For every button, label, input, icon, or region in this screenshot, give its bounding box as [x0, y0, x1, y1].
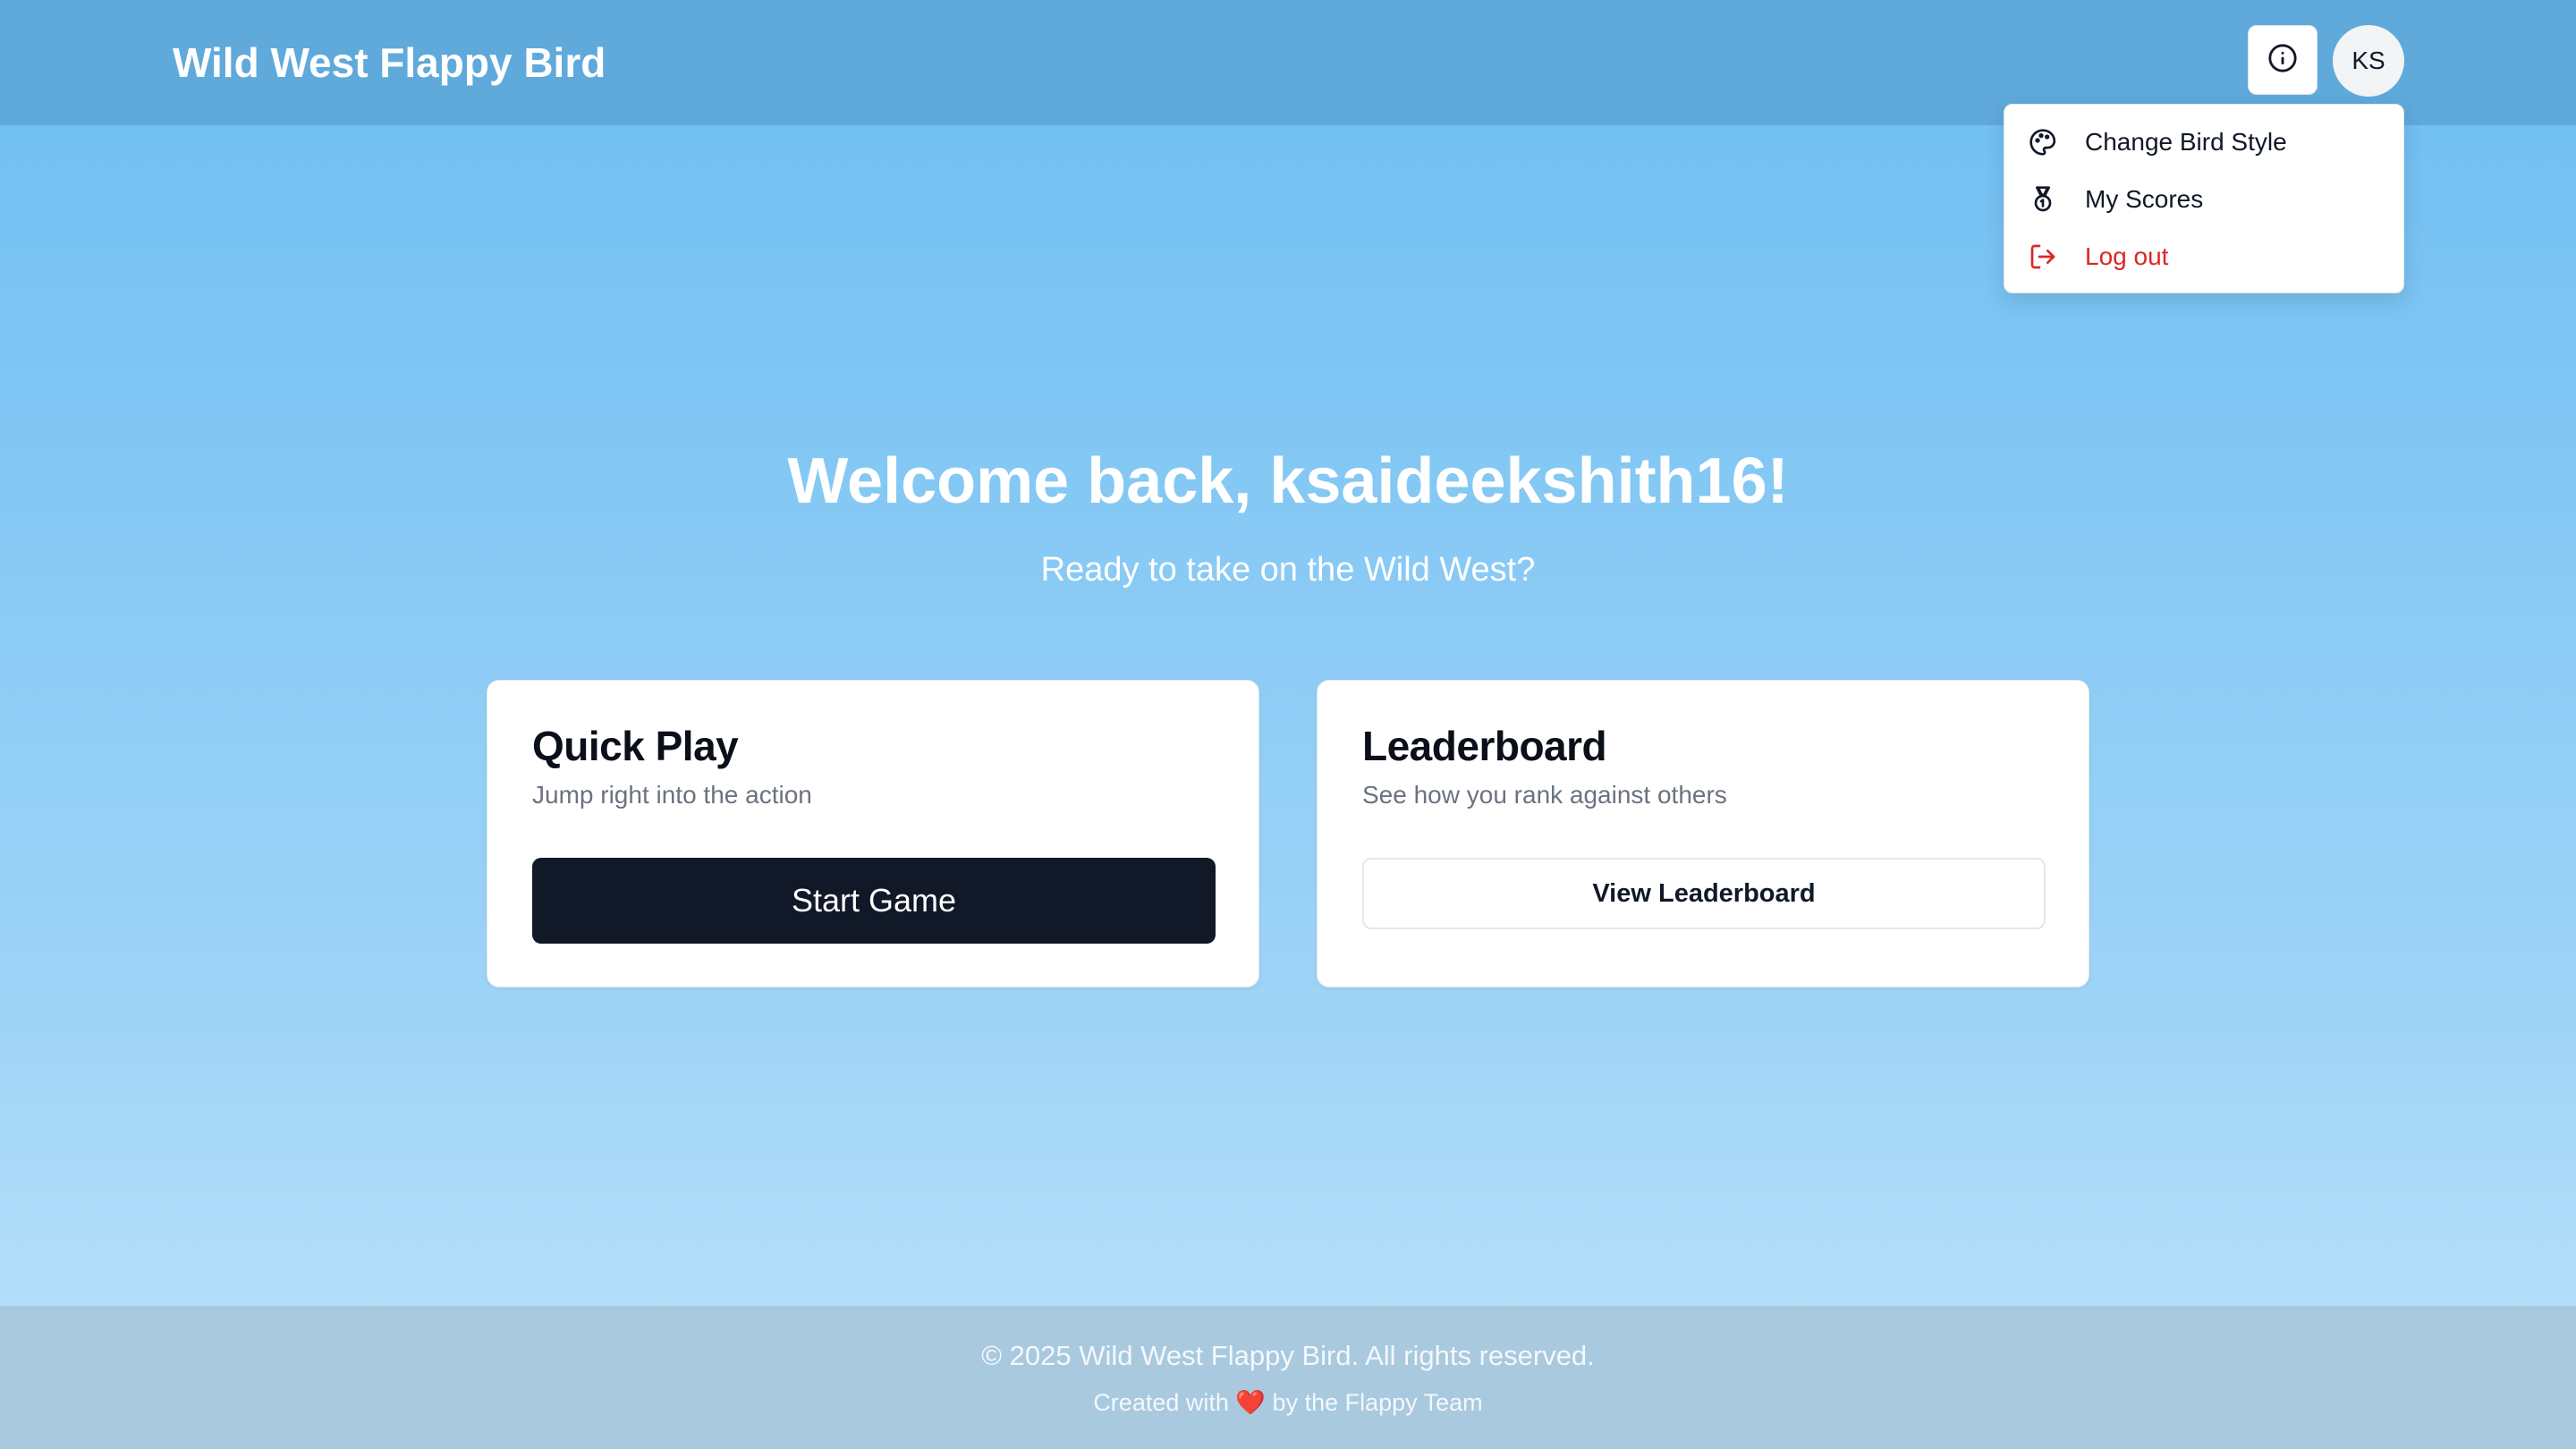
footer-credit-suffix: by the Flappy Team: [1272, 1389, 1483, 1416]
app-title: Wild West Flappy Bird: [173, 39, 606, 86]
menu-item-label: Log out: [2085, 242, 2169, 270]
page-footer: © 2025 Wild West Flappy Bird. All rights…: [0, 1306, 2576, 1449]
view-leaderboard-button[interactable]: View Leaderboard: [1362, 858, 2046, 929]
welcome-heading: Welcome back, ksaideekshith16!: [787, 445, 1789, 517]
footer-copyright: © 2025 Wild West Flappy Bird. All rights…: [981, 1340, 1595, 1371]
card-title: Quick Play: [532, 723, 739, 769]
heart-icon: ❤️: [1235, 1389, 1267, 1416]
logout-icon: [2028, 242, 2058, 272]
user-avatar-button[interactable]: KS: [2333, 25, 2404, 97]
leaderboard-card: Leaderboard See how you rank against oth…: [1317, 680, 2089, 987]
card-title: Leaderboard: [1362, 723, 1607, 769]
card-description: See how you rank against others: [1362, 781, 1727, 809]
medal-icon: [2028, 184, 2058, 215]
card-description: Jump right into the action: [532, 781, 812, 809]
start-game-button[interactable]: Start Game: [532, 858, 1216, 944]
menu-item-log-out[interactable]: Log out: [2004, 228, 2403, 285]
menu-item-my-scores[interactable]: My Scores: [2004, 171, 2403, 228]
menu-item-label: Change Bird Style: [2085, 128, 2287, 156]
info-icon: [2267, 43, 2298, 78]
palette-icon: [2028, 127, 2058, 157]
info-button[interactable]: [2248, 25, 2318, 95]
menu-item-change-bird-style[interactable]: Change Bird Style: [2004, 114, 2403, 171]
quick-play-card: Quick Play Jump right into the action St…: [487, 680, 1259, 987]
footer-credit: Created with ❤️ by the Flappy Team: [0, 1385, 2576, 1420]
menu-item-label: My Scores: [2085, 185, 2204, 213]
user-dropdown-menu: Change Bird Style My Scores Log out: [2004, 104, 2404, 293]
footer-credit-prefix: Created with: [1093, 1389, 1229, 1416]
welcome-subtitle: Ready to take on the Wild West?: [1040, 551, 1536, 589]
